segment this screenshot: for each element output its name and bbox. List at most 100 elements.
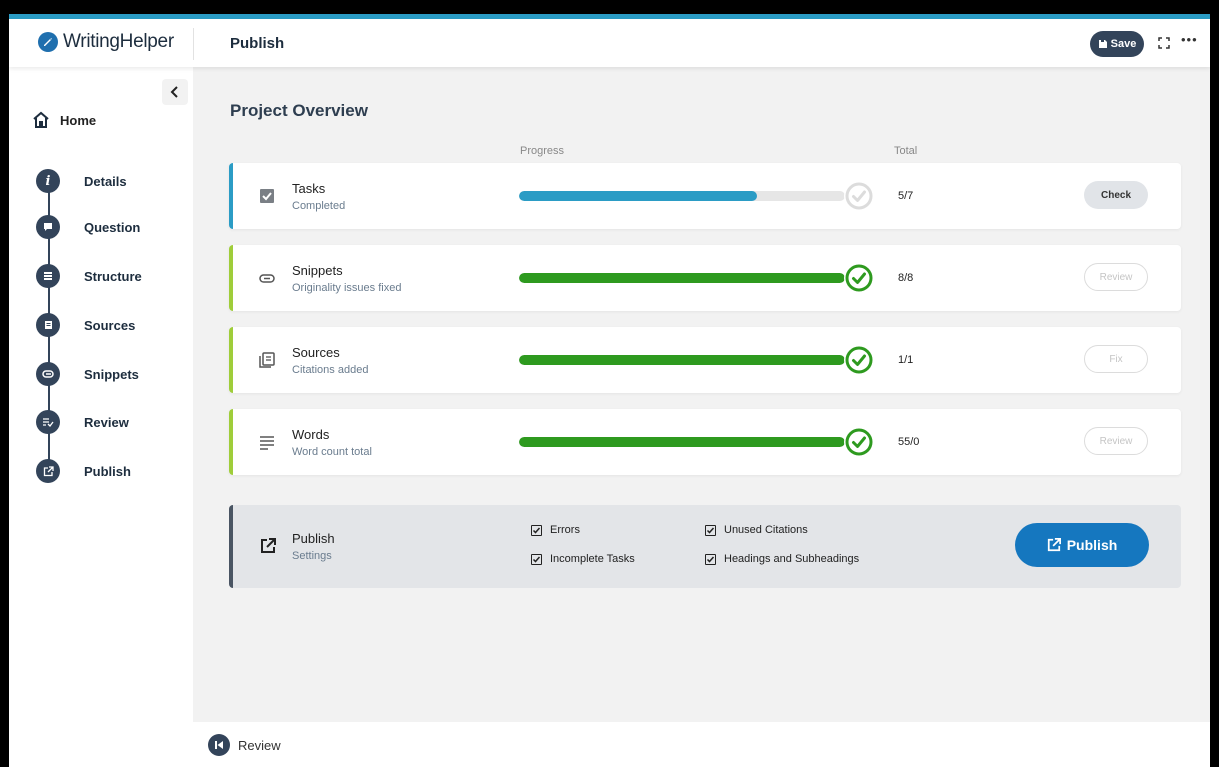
logo-icon (38, 32, 58, 52)
main-content: Project Overview Progress Total Tasks Co… (193, 67, 1210, 722)
progress-fill (519, 437, 845, 447)
text-lines-icon (260, 436, 274, 450)
option-unused-citations[interactable]: Unused Citations (705, 524, 808, 536)
save-label: Save (1110, 38, 1137, 50)
row-total: 1/1 (898, 354, 914, 366)
checkbox-icon[interactable] (531, 553, 542, 565)
option-label: Headings and Subheadings (724, 553, 860, 565)
previous-step-label: Review (238, 737, 281, 753)
row-subtitle: Word count total (292, 446, 372, 458)
sidebar-item-label: Question (84, 219, 141, 235)
row-title: Sources (292, 345, 340, 360)
sidebar-item-publish[interactable]: Publish (36, 459, 131, 483)
progress-fill (519, 355, 845, 365)
publish-icon (36, 459, 60, 483)
publish-settings-card: Publish Settings Errors Unused Citations… (229, 505, 1181, 588)
option-label: Unused Citations (724, 524, 808, 536)
header-bar: WritingHelper Publish Save ••• (9, 19, 1210, 67)
paperclip-icon (259, 274, 275, 283)
sidebar-item-question[interactable]: Question (36, 215, 140, 239)
info-icon: i (36, 169, 60, 193)
row-total: 55/0 (898, 436, 920, 448)
external-link-icon (1047, 538, 1061, 552)
snippets-icon (36, 362, 60, 386)
publish-title: Publish (292, 531, 335, 546)
section-title: Project Overview (230, 101, 368, 120)
completion-check-icon (844, 427, 874, 457)
column-header-progress: Progress (520, 145, 565, 157)
option-label: Incomplete Tasks (550, 553, 635, 565)
row-accent (229, 505, 233, 588)
row-title: Snippets (292, 263, 343, 278)
checkbox-icon[interactable] (705, 553, 716, 565)
row-accent (229, 409, 233, 475)
row-title: Tasks (292, 181, 326, 196)
row-subtitle: Originality issues fixed (292, 282, 402, 294)
sidebar-item-home[interactable]: Home (32, 111, 96, 129)
review-button[interactable]: Review (1084, 263, 1148, 291)
sidebar-item-snippets[interactable]: Snippets (36, 362, 139, 386)
option-headings-subheadings[interactable]: Headings and Subheadings (705, 553, 859, 565)
question-icon (36, 215, 60, 239)
sidebar-item-structure[interactable]: Structure (36, 264, 142, 288)
external-link-icon (261, 538, 276, 553)
review-button[interactable]: Review (1084, 427, 1148, 455)
completion-check-icon (844, 263, 874, 293)
footer-bar: Review (193, 722, 1210, 767)
row-subtitle: Citations added (292, 364, 369, 376)
row-subtitle: Completed (292, 200, 346, 212)
previous-step-button[interactable]: Review (208, 734, 281, 756)
sources-icon (36, 313, 60, 337)
page-title: Publish (230, 35, 285, 52)
sidebar-item-sources[interactable]: Sources (36, 313, 135, 337)
sidebar-item-label: Review (84, 414, 129, 430)
publish-button[interactable]: Publish (1015, 523, 1149, 567)
row-accent (229, 245, 233, 311)
overview-row-words: Words Word count total 55/0 Review (229, 409, 1181, 475)
review-icon (36, 410, 60, 434)
collapse-sidebar-button[interactable] (162, 79, 188, 105)
option-label: Errors (550, 524, 580, 536)
chevron-left-icon (170, 86, 178, 98)
header-divider (193, 28, 194, 60)
sidebar: Home i Details Question Structure Source… (9, 67, 193, 767)
progress-track (519, 437, 845, 447)
save-icon (1098, 40, 1107, 48)
row-accent (229, 327, 233, 393)
checkbox-icon[interactable] (531, 524, 542, 536)
progress-fill (519, 273, 845, 283)
save-button[interactable]: Save (1090, 31, 1144, 57)
document-list-icon (259, 352, 275, 368)
progress-track (519, 355, 845, 365)
row-total: 8/8 (898, 272, 914, 284)
check-button[interactable]: Check (1084, 181, 1148, 209)
skip-back-icon (208, 734, 230, 756)
brand[interactable]: WritingHelper (38, 31, 174, 53)
completion-check-icon (844, 181, 874, 211)
fullscreen-icon[interactable] (1156, 35, 1172, 51)
option-incomplete-tasks[interactable]: Incomplete Tasks (531, 553, 635, 565)
publish-subtitle: Settings (292, 550, 332, 562)
publish-button-label: Publish (1066, 537, 1118, 553)
checkbox-icon (260, 189, 274, 203)
progress-track (519, 273, 845, 283)
overview-row-sources: Sources Citations added 1/1 Fix (229, 327, 1181, 393)
sidebar-item-label: Details (84, 173, 127, 189)
column-header-total: Total (894, 145, 918, 157)
overview-row-snippets: Snippets Originality issues fixed 8/8 Re… (229, 245, 1181, 311)
structure-icon (36, 264, 60, 288)
sidebar-item-review[interactable]: Review (36, 410, 129, 434)
progress-track (519, 191, 845, 201)
option-errors[interactable]: Errors (531, 524, 580, 536)
sidebar-item-label: Sources (84, 317, 136, 333)
row-title: Words (292, 427, 330, 442)
checkbox-icon[interactable] (705, 524, 716, 536)
more-options-icon[interactable]: ••• (1181, 32, 1198, 47)
sidebar-item-details[interactable]: i Details (36, 169, 127, 193)
sidebar-item-label: Snippets (84, 366, 139, 382)
fix-button[interactable]: Fix (1084, 345, 1148, 373)
app-window: WritingHelper Publish Save ••• Home i De… (9, 14, 1210, 767)
progress-fill (519, 191, 757, 201)
home-icon (33, 111, 49, 128)
completion-check-icon (844, 345, 874, 375)
